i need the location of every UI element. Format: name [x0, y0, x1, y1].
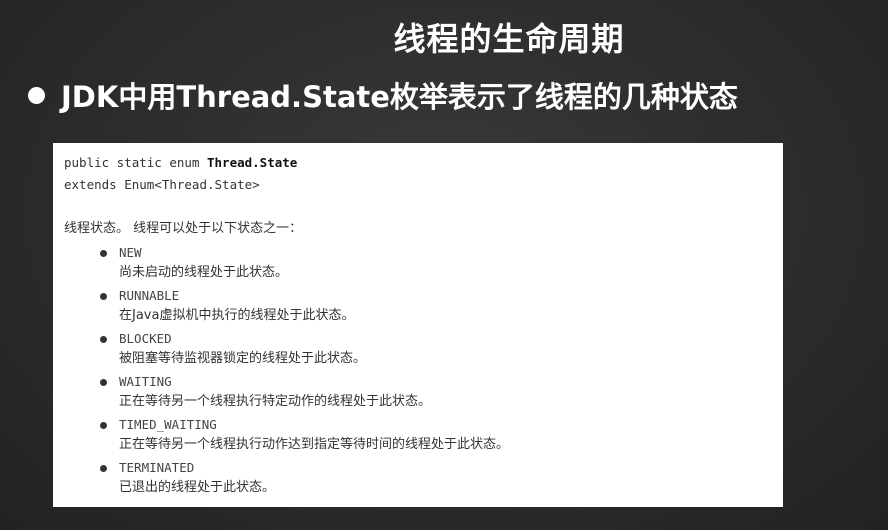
state-item-runnable: RUNNABLE 在Java虚拟机中执行的线程处于此状态。	[64, 285, 772, 328]
headline-text: JDK中用Thread.State枚举表示了线程的几种状态	[61, 80, 738, 114]
state-name: BLOCKED	[119, 331, 172, 346]
state-name: WAITING	[119, 374, 172, 389]
state-name: NEW	[119, 245, 142, 260]
declaration-modifiers: public static enum	[64, 155, 207, 170]
bullet-icon	[100, 465, 107, 472]
state-list: NEW 尚未启动的线程处于此状态。 RUNNABLE 在Java虚拟机中执行的线…	[64, 242, 772, 500]
bullet-icon	[28, 86, 45, 104]
state-item-terminated: TERMINATED 已退出的线程处于此状态。	[64, 457, 772, 500]
state-description: 已退出的线程处于此状态。	[119, 480, 276, 495]
states-intro: 线程状态。 线程可以处于以下状态之一：	[64, 221, 303, 236]
state-description: 被阻塞等待监视器锁定的线程处于此状态。	[119, 351, 367, 366]
state-description: 正在等待另一个线程执行特定动作的线程处于此状态。	[119, 394, 432, 409]
state-item-timed-waiting: TIMED_WAITING 正在等待另一个线程执行动作达到指定等待时间的线程处于…	[64, 414, 772, 457]
state-description: 在Java虚拟机中执行的线程处于此状态。	[119, 308, 355, 323]
bullet-icon	[100, 336, 107, 343]
state-description: 正在等待另一个线程执行动作达到指定等待时间的线程处于此状态。	[119, 437, 510, 452]
state-item-new: NEW 尚未启动的线程处于此状态。	[64, 242, 772, 285]
state-item-waiting: WAITING 正在等待另一个线程执行特定动作的线程处于此状态。	[64, 371, 772, 414]
bullet-icon	[100, 379, 107, 386]
state-item-blocked: BLOCKED 被阻塞等待监视器锁定的线程处于此状态。	[64, 328, 772, 371]
state-description: 尚未启动的线程处于此状态。	[119, 265, 289, 280]
state-name: RUNNABLE	[119, 288, 180, 303]
enum-declaration: public static enum Thread.State	[64, 152, 772, 174]
enum-class-name: Thread.State	[207, 155, 298, 170]
state-name: TIMED_WAITING	[119, 417, 217, 432]
slide-title: 线程的生命周期	[393, 20, 625, 58]
headline-bullet-item: JDK中用Thread.State枚举表示了线程的几种状态	[28, 74, 738, 116]
extends-clause: extends Enum<Thread.State>	[64, 177, 260, 192]
state-name: TERMINATED	[119, 460, 195, 475]
javadoc-panel: public static enum Thread.State extends …	[53, 143, 783, 507]
bullet-icon	[100, 250, 107, 257]
bullet-icon	[100, 293, 107, 300]
bullet-icon	[100, 422, 107, 429]
